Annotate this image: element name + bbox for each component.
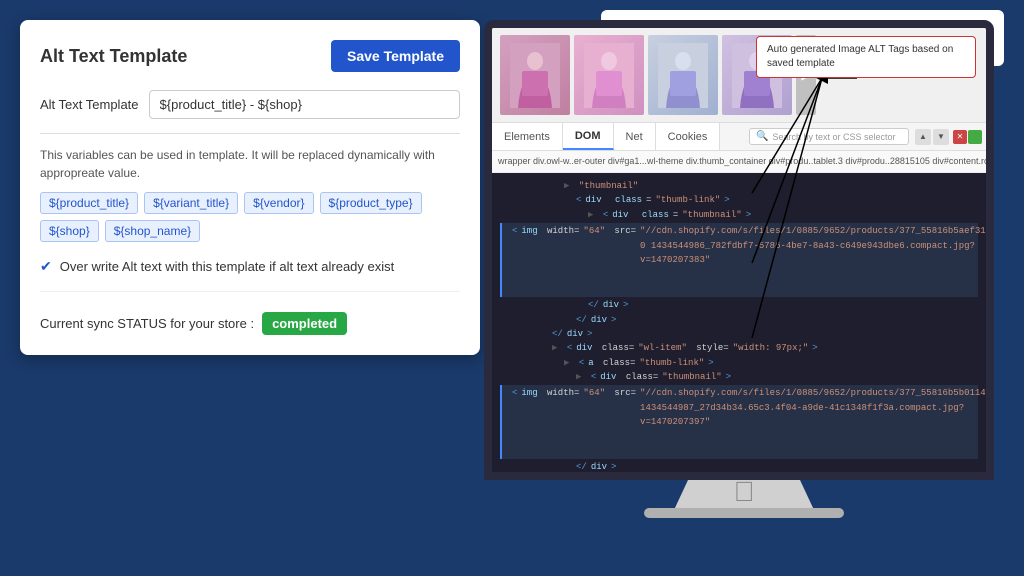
- panel-title: Alt Text Template: [40, 46, 187, 67]
- tab-cookies[interactable]: Cookies: [656, 123, 721, 150]
- alt-callout: Auto generated Image ALT Tags based on s…: [756, 36, 976, 78]
- close-green-btn[interactable]: [968, 130, 982, 144]
- var-product-title[interactable]: ${product_title}: [40, 192, 138, 214]
- code-line: </ div >: [500, 313, 978, 327]
- search-placeholder: Search by text or CSS selector: [772, 132, 895, 142]
- tab-net[interactable]: Net: [614, 123, 656, 150]
- left-panel: Alt Text Template Save Template Alt Text…: [20, 20, 480, 355]
- net-tab-label: Net: [626, 131, 643, 143]
- status-badge: completed: [262, 312, 347, 335]
- cookies-tab-label: Cookies: [668, 131, 708, 143]
- template-row: Alt Text Template: [40, 90, 460, 119]
- status-row: Current sync STATUS for your store : com…: [40, 312, 460, 335]
- code-line: ▶ < div class= "wl-item" style= "width: …: [500, 341, 978, 355]
- breadcrumb-text: wrapper div.owl-w..er-outer div#ga1...wl…: [498, 156, 986, 167]
- product-img-3: [648, 35, 718, 115]
- code-area: ▶ "thumbnail" < div class = "thumb-link"…: [492, 173, 986, 472]
- dom-tab-label: DOM: [575, 130, 601, 142]
- close-red-btn[interactable]: ✕: [953, 130, 967, 144]
- alt-callout-text: Auto generated Image ALT Tags based on s…: [767, 44, 953, 69]
- code-line-highlight-1: < img width= "64" src= "//cdn.shopify.co…: [500, 223, 978, 297]
- code-line-highlight-2: < img width= "64" src= "//cdn.shopify.co…: [500, 385, 978, 459]
- var-product-type[interactable]: ${product_type}: [320, 192, 422, 214]
- monitor-stand: [644, 508, 844, 518]
- code-line: </ div >: [500, 327, 978, 341]
- apple-logo: : [734, 476, 755, 508]
- breadcrumb: wrapper div.owl-w..er-outer div#ga1...wl…: [492, 151, 986, 173]
- overwrite-row: ✔ Over write Alt text with this template…: [40, 258, 460, 292]
- var-variant-title[interactable]: ${variant_title}: [144, 192, 238, 214]
- var-shop-name[interactable]: ${shop_name}: [105, 220, 200, 242]
- code-line: </ div >: [500, 460, 978, 472]
- var-shop[interactable]: ${shop}: [40, 220, 99, 242]
- template-input[interactable]: [149, 90, 460, 119]
- template-label: Alt Text Template: [40, 97, 139, 112]
- save-template-button[interactable]: Save Template: [331, 40, 460, 72]
- check-icon: ✔: [40, 258, 52, 275]
- code-line: ▶ "thumbnail": [500, 179, 978, 193]
- search-icon: 🔍: [756, 131, 768, 142]
- close-buttons: ✕: [953, 130, 982, 144]
- dom-bar: Elements DOM Net Cookies 🔍 Search by tex…: [492, 123, 986, 151]
- code-line: ▶ < div class = "thumbnail" >: [500, 208, 978, 222]
- nav-down-btn[interactable]: ▼: [933, 129, 949, 145]
- nav-buttons: ▲ ▼: [915, 129, 949, 145]
- product-img-2: [574, 35, 644, 115]
- code-line: ▶ < div class= "thumbnail" >: [500, 370, 978, 384]
- css-search-box: 🔍 Search by text or CSS selector: [749, 128, 909, 145]
- product-images-strip: ▶ Auto generated Image ALT Tags based on…: [492, 28, 986, 123]
- divider: [40, 133, 460, 134]
- monitor-container: ▶ Auto generated Image ALT Tags based on…: [484, 20, 1004, 550]
- tab-dom[interactable]: DOM: [563, 123, 614, 150]
- variables-list: ${product_title} ${variant_title} ${vend…: [40, 192, 460, 242]
- panel-header: Alt Text Template Save Template: [40, 40, 460, 72]
- product-img-1: [500, 35, 570, 115]
- nav-up-btn[interactable]: ▲: [915, 129, 931, 145]
- variables-desc: This variables can be used in template. …: [40, 146, 460, 182]
- code-line: </ div >: [500, 298, 978, 312]
- tab-elements[interactable]: Elements: [492, 123, 563, 150]
- code-line: ▶ < a class= "thumb-link" >: [500, 356, 978, 370]
- monitor-screen: ▶ Auto generated Image ALT Tags based on…: [484, 20, 994, 480]
- status-label: Current sync STATUS for your store :: [40, 316, 254, 331]
- overwrite-label: Over write Alt text with this template i…: [60, 259, 395, 274]
- code-line: < div class = "thumb-link" >: [500, 193, 978, 207]
- screen-content: ▶ Auto generated Image ALT Tags based on…: [492, 28, 986, 472]
- var-vendor[interactable]: ${vendor}: [244, 192, 313, 214]
